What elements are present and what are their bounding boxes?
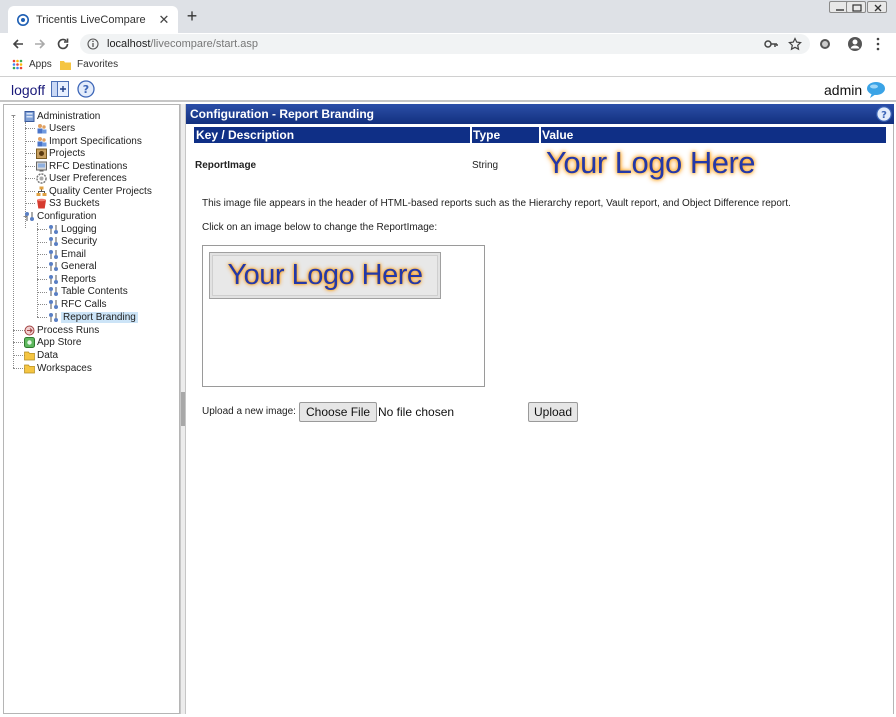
config-icon <box>49 313 58 322</box>
upload-button[interactable]: Upload <box>528 402 578 422</box>
setting-key: ReportImage <box>195 160 257 171</box>
config-icon <box>49 300 58 309</box>
info-icon <box>87 38 99 50</box>
tree-item-security[interactable]: Security <box>48 235 97 248</box>
app-store-icon <box>24 337 35 348</box>
tree-item-rfc-calls[interactable]: RFC Calls <box>48 298 107 311</box>
config-icon <box>49 287 58 296</box>
projects-icon <box>36 148 47 159</box>
close-window-button[interactable] <box>867 1 887 13</box>
navigation-pane-icon[interactable] <box>51 81 69 97</box>
svg-text:?: ? <box>83 83 89 96</box>
favorites-bookmark[interactable]: Favorites <box>60 59 118 70</box>
config-icon <box>49 225 58 234</box>
users-icon <box>37 124 47 134</box>
tree-item-app-store[interactable]: App Store <box>24 336 81 349</box>
svg-text:?: ? <box>881 110 887 121</box>
favorites-label: Favorites <box>77 59 119 70</box>
config-icon <box>49 262 58 271</box>
url-host: localhost <box>107 38 151 50</box>
collapse-administration-icon[interactable]: − <box>11 112 16 120</box>
main-pane: Configuration - Report Branding ? Key / … <box>186 104 894 714</box>
key-icon[interactable] <box>764 37 778 51</box>
tree-item-workspaces[interactable]: Workspaces <box>24 362 92 375</box>
folder-icon <box>60 60 71 70</box>
close-tab-icon[interactable]: ✕ <box>156 12 172 28</box>
column-key: Key / Description <box>196 128 295 142</box>
tree-item-s3-buckets[interactable]: S3 Buckets <box>36 197 100 210</box>
account-icon[interactable] <box>847 36 863 52</box>
rfc-destination-icon <box>36 161 47 172</box>
folder-icon <box>24 364 35 374</box>
help-icon[interactable]: ? <box>876 106 892 122</box>
browser-toolbar: localhost/livecompare/start.asp <box>0 33 896 55</box>
apps-label: Apps <box>29 59 52 70</box>
help-icon[interactable]: ? <box>77 80 95 98</box>
tree-item-data[interactable]: Data <box>24 349 58 362</box>
upload-label: Upload a new image: <box>202 406 296 417</box>
browser-tabstrip: Tricentis LiveCompare ✕ + <box>0 0 896 33</box>
settings-grid-header: Key / Description Type Value <box>194 127 886 143</box>
file-status: No file chosen <box>378 405 455 419</box>
setting-value-logo: Your Logo Here <box>546 145 756 180</box>
new-tab-button[interactable]: + <box>184 7 200 25</box>
import-users-icon <box>37 137 47 147</box>
reload-button[interactable] <box>54 35 72 53</box>
forward-arrow-icon <box>35 39 46 49</box>
preferences-gear-icon <box>36 173 47 184</box>
current-user: admin <box>824 82 863 98</box>
navigation-tree: − − Administration Users Import Specific… <box>3 104 180 714</box>
app-header: logoff ? admin <box>0 78 896 102</box>
choose-file-button[interactable]: Choose File <box>299 402 378 422</box>
apps-grid-icon <box>12 59 23 70</box>
config-icon <box>49 237 58 246</box>
splitter-grip[interactable] <box>181 392 185 426</box>
tree-item-user-preferences[interactable]: User Preferences <box>36 172 127 185</box>
back-arrow-icon <box>12 39 23 49</box>
image-gallery: Your Logo Here <box>202 245 485 387</box>
server-icon <box>24 111 35 122</box>
tree-item-general[interactable]: General <box>48 260 97 273</box>
back-button[interactable] <box>9 35 27 53</box>
menu-dots-icon[interactable] <box>875 37 881 51</box>
tab-title: Tricentis LiveCompare <box>36 13 146 26</box>
page-title: Configuration - Report Branding <box>186 104 894 124</box>
config-icon <box>25 212 34 221</box>
click-hint: Click on an image below to change the Re… <box>202 222 438 233</box>
chat-bubble-icon[interactable] <box>866 81 886 99</box>
bookmarks-bar: Apps Favorites <box>0 55 896 77</box>
maximize-button[interactable] <box>846 1 866 13</box>
config-icon <box>49 250 58 259</box>
apps-bookmark[interactable]: Apps <box>12 59 52 70</box>
bookmark-star-icon[interactable] <box>788 37 802 51</box>
tree-item-table-contents[interactable]: Table Contents <box>48 285 128 298</box>
tree-item-users[interactable]: Users <box>36 122 75 135</box>
folder-icon <box>24 351 35 361</box>
thumbnail-text: Your Logo Here <box>212 255 438 296</box>
tree-item-projects[interactable]: Projects <box>36 147 85 160</box>
tree-item-configuration[interactable]: Configuration <box>24 210 96 223</box>
extension-icon[interactable] <box>818 37 832 51</box>
tree-item-report-branding[interactable]: Report Branding <box>48 311 138 324</box>
logoff-link[interactable]: logoff <box>11 82 45 98</box>
reload-icon <box>57 38 69 50</box>
browser-tab[interactable]: Tricentis LiveCompare ✕ <box>8 6 178 33</box>
url-path: /livecompare/start.asp <box>150 38 259 50</box>
livecompare-favicon <box>17 13 29 26</box>
column-type: Type <box>473 128 501 142</box>
logo-thumbnail[interactable]: Your Logo Here <box>209 252 441 299</box>
process-runs-icon <box>24 325 35 336</box>
setting-description: This image file appears in the header of… <box>202 198 791 209</box>
network-icon <box>36 186 47 196</box>
bucket-icon <box>37 198 46 209</box>
forward-button[interactable] <box>31 35 49 53</box>
config-icon <box>49 275 58 284</box>
column-value: Value <box>542 128 574 142</box>
setting-type: String <box>472 160 499 171</box>
address-bar[interactable]: localhost/livecompare/start.asp <box>80 34 810 54</box>
